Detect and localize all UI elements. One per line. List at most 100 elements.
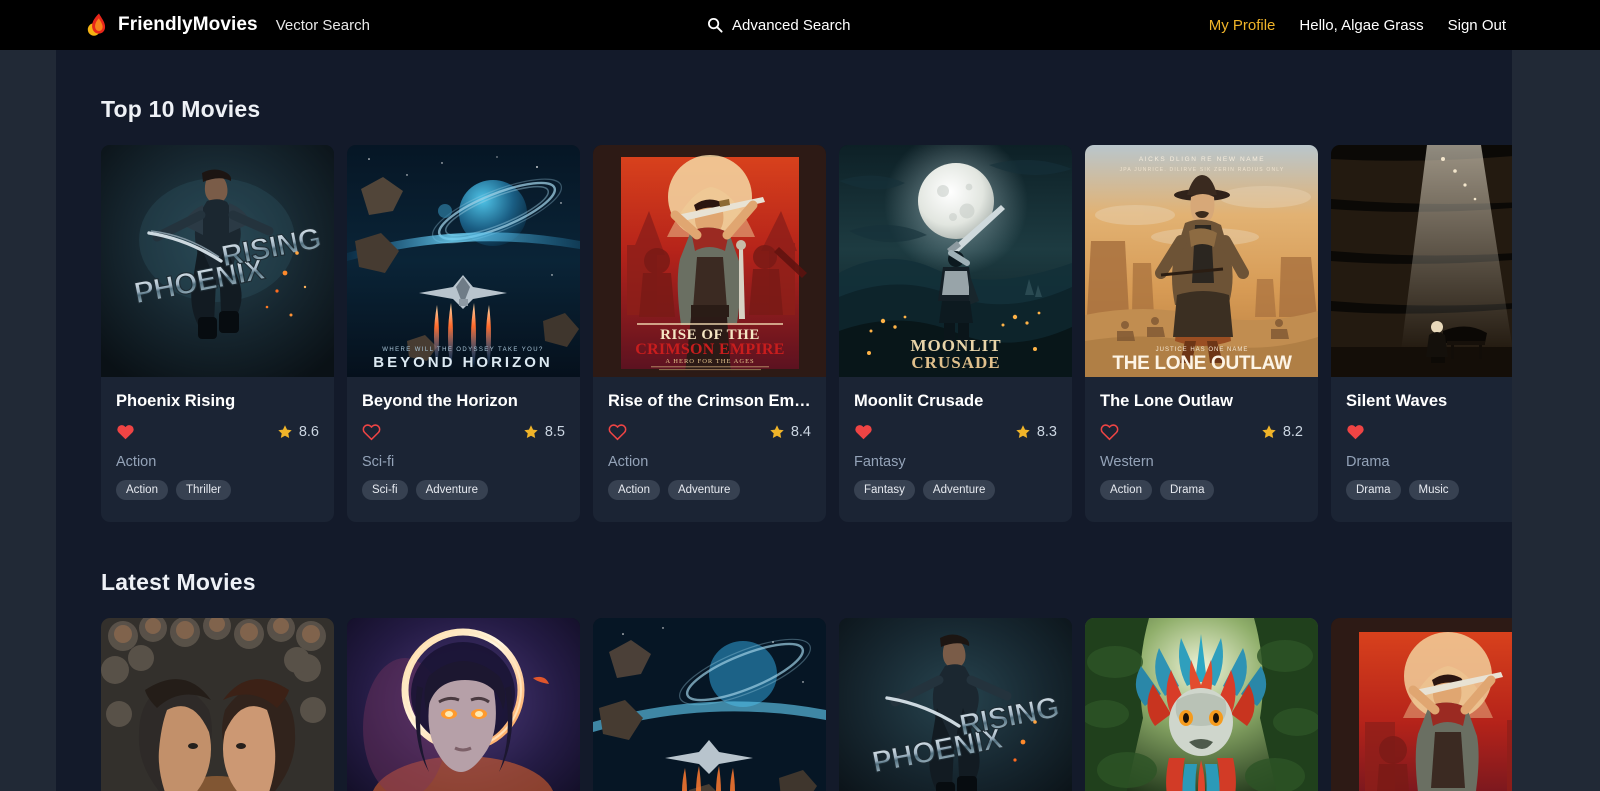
movie-tag[interactable]: Action [116,480,168,500]
movie-poster-crimson-empire[interactable]: RISE OF THE CRIMSON EMPIRE A HERO FOR TH… [593,145,826,377]
movie-poster-phoenix-rising[interactable]: PHOENIX RISING [839,618,1072,791]
movie-card[interactable] [101,618,334,791]
movie-genre: Western [1100,454,1303,470]
movie-poster-lone-outlaw[interactable]: AICKS DLIGN RE NEW NAME JPA JUNRICE. DIL… [1085,145,1318,377]
svg-text:BEYOND HORIZON: BEYOND HORIZON [373,354,553,371]
movie-tag[interactable]: Music [1409,480,1459,500]
my-profile-link[interactable]: My Profile [1209,17,1276,34]
movie-card-body: The Lone Outlaw 8.2 Western [1085,377,1318,522]
movie-tag[interactable]: Adventure [668,480,740,500]
rating-group: 8.6 [277,424,319,440]
movie-genre: Action [116,454,319,470]
favorite-heart-icon[interactable] [362,423,381,441]
star-icon [769,424,785,440]
movie-genre: Sci-fi [362,454,565,470]
movie-poster-crimson-empire[interactable] [1331,618,1512,791]
movie-tag[interactable]: Adventure [416,480,488,500]
carousel-latest[interactable]: PHOENIX RISING [101,618,1512,791]
movie-tags: Action Drama [1100,480,1303,500]
flame-icon [86,12,108,38]
user-greeting: Hello, Algae Grass [1299,17,1423,34]
top-navbar: FriendlyMovies Vector Search Advanced Se… [0,0,1600,50]
movie-tag[interactable]: Sci-fi [362,480,408,500]
movie-card[interactable] [347,618,580,791]
movie-card[interactable]: MOONLIT CRUSADE Moonlit Crusade [839,145,1072,522]
movie-card[interactable]: RISE OF THE CRIMSON EMPIRE A HERO FOR TH… [593,145,826,522]
star-icon [1015,424,1031,440]
movie-poster-beyond-the-horizon[interactable]: WHERE WILL THE ODYSSEY TAKE YOU? BEYOND … [347,145,580,377]
favorite-heart-icon[interactable] [608,423,627,441]
movie-poster-phoenix-rising[interactable]: PHOENIX RISING [101,145,334,377]
svg-text:CRIMSON EMPIRE: CRIMSON EMPIRE [635,341,785,358]
svg-text:JPA JUNRICE. DILIRVE SIK ZERIN: JPA JUNRICE. DILIRVE SIK ZERIN RADIUS ON… [1120,167,1285,173]
rating-value: 8.4 [791,424,811,440]
movie-card[interactable]: AICKS DLIGN RE NEW NAME JPA JUNRICE. DIL… [1085,145,1318,522]
movie-card-body: Rise of the Crimson Em… 8.4 Action [593,377,826,522]
movie-poster-moonlit-crusade[interactable]: MOONLIT CRUSADE [839,145,1072,377]
movie-genre: Drama [1346,454,1512,470]
star-icon [523,424,539,440]
sign-out-link[interactable]: Sign Out [1448,17,1506,34]
rating-value: 8.5 [545,424,565,440]
advanced-search-label: Advanced Search [732,17,850,34]
movie-meta: 8.5 [362,422,565,442]
movie-tag[interactable]: Thriller [176,480,231,500]
movie-poster-jungle-creature[interactable] [1085,618,1318,791]
rating-group: 8.3 [1015,424,1057,440]
favorite-heart-icon[interactable] [1346,423,1365,441]
favorite-heart-icon[interactable] [854,423,873,441]
brand-group[interactable]: FriendlyMovies Vector Search [86,12,370,38]
movie-card-body: Beyond the Horizon 8.5 Sci-fi [347,377,580,522]
favorite-heart-icon[interactable] [116,423,135,441]
movie-tags: Drama Music [1346,480,1512,500]
movie-card[interactable]: PHOENIX RISING Phoenix Rising [101,145,334,522]
movie-poster-two-faces[interactable] [101,618,334,791]
movie-tag[interactable]: Drama [1160,480,1215,500]
movie-meta: 8.3 [854,422,1057,442]
svg-text:CRUSADE: CRUSADE [911,353,1000,372]
movie-title: Beyond the Horizon [362,392,565,411]
movie-meta [1346,422,1512,442]
section-latest-movies: Latest Movies [56,522,1512,791]
movie-poster-beyond-the-horizon[interactable] [593,618,826,791]
advanced-search-link[interactable]: Advanced Search [707,0,850,50]
favorite-heart-icon[interactable] [1100,423,1119,441]
movie-card[interactable] [1331,618,1512,791]
rating-group: 8.5 [523,424,565,440]
star-icon [277,424,293,440]
movie-meta: 8.4 [608,422,811,442]
svg-text:A HERO FOR THE AGES: A HERO FOR THE AGES [665,358,754,365]
rating-group: 8.4 [769,424,811,440]
movie-tag[interactable]: Action [1100,480,1152,500]
movie-tag[interactable]: Action [608,480,660,500]
movie-card[interactable]: WHERE WILL THE ODYSSEY TAKE YOU? BEYOND … [347,145,580,522]
movie-title: Phoenix Rising [116,392,319,411]
brand-name: FriendlyMovies [118,14,258,36]
rating-value: 8.6 [299,424,319,440]
movie-card-body: Phoenix Rising 8.6 Action [101,377,334,522]
brand-subtitle: Vector Search [276,17,370,34]
movie-card[interactable]: サイレント Silent Waves Drama [1331,145,1512,522]
movie-meta: 8.2 [1100,422,1303,442]
section-title-latest: Latest Movies [101,569,1512,596]
rating-value: 8.3 [1037,424,1057,440]
movie-card[interactable] [1085,618,1318,791]
movie-tags: Sci-fi Adventure [362,480,565,500]
section-title-top-10: Top 10 Movies [101,96,1512,123]
movie-title: Silent Waves [1346,392,1512,411]
movie-tags: Action Thriller [116,480,319,500]
carousel-top-10[interactable]: PHOENIX RISING Phoenix Rising [101,145,1512,522]
movie-tags: Action Adventure [608,480,811,500]
movie-poster-silent-waves[interactable]: サイレント [1331,145,1512,377]
movie-tag[interactable]: Fantasy [854,480,915,500]
content-panel: Top 10 Movies [56,50,1512,791]
movie-card[interactable]: PHOENIX RISING [839,618,1072,791]
movie-meta: 8.6 [116,422,319,442]
movie-poster-eclipse-woman[interactable] [347,618,580,791]
search-icon [707,17,723,33]
movie-title: Rise of the Crimson Em… [608,392,811,411]
movie-tag[interactable]: Drama [1346,480,1401,500]
star-icon [1261,424,1277,440]
movie-card[interactable] [593,618,826,791]
movie-tag[interactable]: Adventure [923,480,995,500]
